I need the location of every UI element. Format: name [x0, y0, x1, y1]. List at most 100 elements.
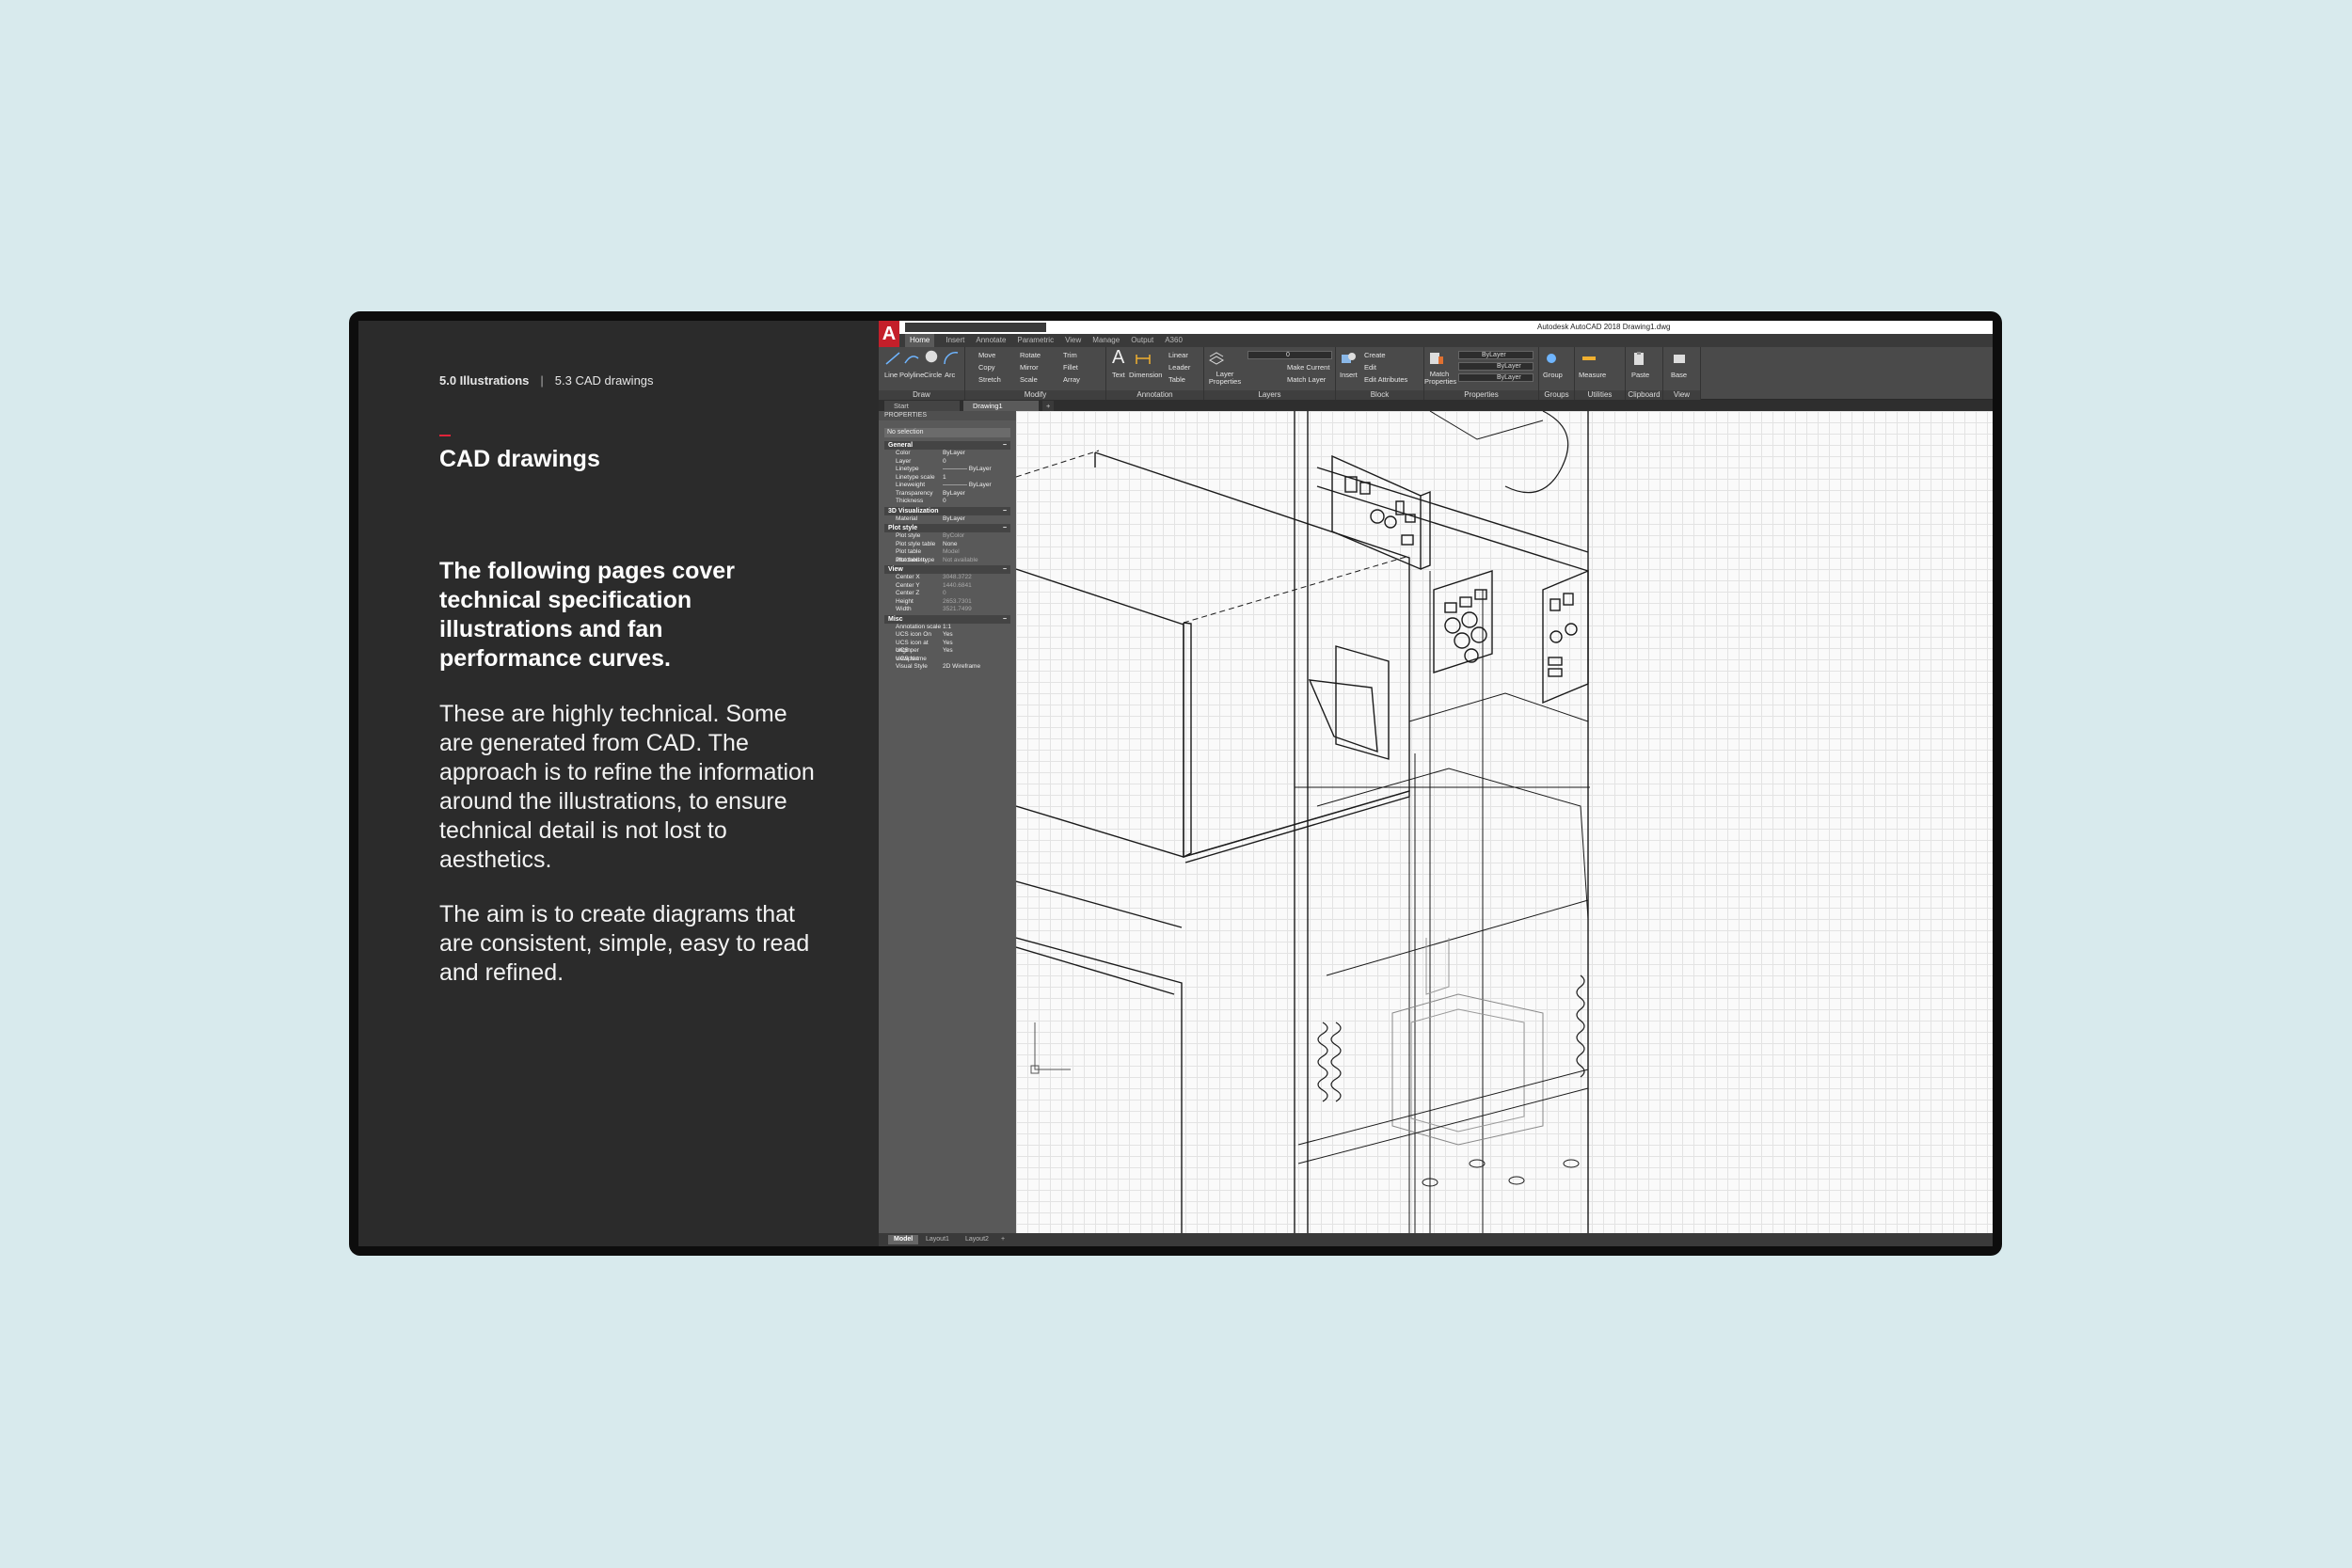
property-row[interactable]: Plot table type Not available — [884, 557, 1010, 565]
collapse-icon[interactable]: − — [1003, 615, 1007, 624]
match-layer-button[interactable]: Match Layer — [1287, 375, 1326, 384]
collapse-icon[interactable]: − — [1003, 507, 1007, 515]
stretch-button[interactable]: Stretch — [978, 375, 1001, 384]
dimension-button[interactable]: Dimension — [1129, 371, 1162, 379]
property-row[interactable]: Transparency ByLayer — [884, 490, 1010, 499]
collapse-icon[interactable]: − — [1003, 441, 1007, 450]
rotate-button[interactable]: Rotate — [1020, 351, 1041, 359]
property-row[interactable]: UCS per viewport Yes — [884, 647, 1010, 662]
array-button[interactable]: Array — [1063, 375, 1080, 384]
layers-group-title[interactable]: Layers — [1204, 390, 1335, 400]
table-button[interactable]: Table — [1168, 375, 1185, 384]
mirror-button[interactable]: Mirror — [1020, 363, 1039, 372]
tab-layout1[interactable]: Layout1 — [920, 1235, 955, 1244]
tab-insert[interactable]: Insert — [946, 334, 964, 347]
tab-manage[interactable]: Manage — [1092, 334, 1120, 347]
property-row[interactable]: Color ByLayer — [884, 450, 1010, 458]
edit-attributes-button[interactable]: Edit Attributes — [1364, 375, 1407, 384]
groups-group-title[interactable]: Groups — [1539, 390, 1574, 400]
collapse-icon[interactable]: − — [1003, 565, 1007, 574]
move-button[interactable]: Move — [978, 351, 995, 359]
property-row[interactable]: Thickness 0 — [884, 498, 1010, 506]
base-button[interactable]: Base — [1671, 371, 1687, 379]
add-layout-button[interactable]: + — [995, 1235, 1010, 1244]
selection-dropdown[interactable]: No selection — [884, 428, 1010, 437]
draw-group-title[interactable]: Draw — [879, 390, 964, 400]
property-key: Plot table type — [896, 556, 935, 563]
text-button[interactable]: Text — [1112, 371, 1125, 379]
property-row[interactable]: Center Y 1440.6841 — [884, 582, 1010, 591]
circle-button[interactable]: Circle — [924, 371, 942, 379]
leader-button[interactable]: Leader — [1168, 363, 1190, 372]
property-row[interactable]: Linetype ———— ByLayer — [884, 466, 1010, 474]
body-paragraph-1: These are highly technical. Some are gen… — [439, 701, 815, 873]
property-row[interactable]: Center Z 0 — [884, 590, 1010, 598]
property-row[interactable]: Height 2653.7301 — [884, 598, 1010, 607]
property-section-header[interactable]: Plot style − — [884, 524, 1010, 532]
fillet-button[interactable]: Fillet — [1063, 363, 1078, 372]
view-group-title[interactable]: View — [1663, 390, 1700, 400]
tab-home[interactable]: Home — [905, 334, 935, 347]
tab-annotate[interactable]: Annotate — [976, 334, 1006, 347]
property-section-header[interactable]: View − — [884, 565, 1010, 574]
layer-dropdown[interactable]: 0 — [1248, 351, 1332, 359]
layer-properties-button[interactable]: Layer Properties — [1206, 371, 1244, 386]
tab-a360[interactable]: A360 — [1165, 334, 1183, 347]
scale-button[interactable]: Scale — [1020, 375, 1038, 384]
polyline-button[interactable]: Polyline — [899, 371, 924, 379]
property-row[interactable]: Plot table attached to Model — [884, 548, 1010, 563]
create-button[interactable]: Create — [1364, 351, 1386, 359]
linear-button[interactable]: Linear — [1168, 351, 1188, 359]
property-row[interactable]: Plot style table None — [884, 541, 1010, 549]
tab-layout2[interactable]: Layout2 — [960, 1235, 994, 1244]
arc-button[interactable]: Arc — [945, 371, 955, 379]
group-button[interactable]: Group — [1543, 371, 1563, 379]
property-row[interactable]: Visual Style 2D Wireframe — [884, 663, 1010, 672]
property-value: Not available — [943, 556, 978, 563]
paste-button[interactable]: Paste — [1631, 371, 1649, 379]
copy-button[interactable]: Copy — [978, 363, 995, 372]
color-dropdown[interactable]: ByLayer — [1458, 351, 1534, 359]
property-row[interactable]: UCS icon On Yes — [884, 631, 1010, 640]
autocad-logo-button[interactable]: A — [879, 321, 899, 349]
property-row[interactable]: Material ByLayer — [884, 515, 1010, 524]
tab-view[interactable]: View — [1065, 334, 1081, 347]
property-row[interactable]: Center X 3048.3722 — [884, 574, 1010, 582]
insert-button[interactable]: Insert — [1340, 371, 1358, 379]
property-row[interactable]: Lineweight ———— ByLayer — [884, 482, 1010, 490]
property-row[interactable]: UCS Name — [884, 656, 1010, 664]
make-current-button[interactable]: Make Current — [1287, 363, 1329, 372]
collapse-icon[interactable]: − — [1003, 524, 1007, 532]
tab-start[interactable]: Start — [884, 401, 960, 411]
property-section-header[interactable]: General − — [884, 441, 1010, 450]
property-section-header[interactable]: 3D Visualization − — [884, 506, 1010, 515]
property-row[interactable]: Width 3521.7499 — [884, 606, 1010, 614]
tab-model[interactable]: Model — [888, 1235, 919, 1244]
modify-group-title[interactable]: Modify — [965, 390, 1105, 400]
edit-button[interactable]: Edit — [1364, 363, 1376, 372]
property-row[interactable]: Plot style ByColor — [884, 532, 1010, 541]
quick-access-toolbar[interactable] — [905, 323, 1046, 332]
property-row[interactable]: UCS icon at origin Yes — [884, 640, 1010, 655]
trim-button[interactable]: Trim — [1063, 351, 1077, 359]
linetype-dropdown[interactable]: ByLayer — [1458, 362, 1534, 371]
block-group-title[interactable]: Block — [1336, 390, 1423, 400]
match-properties-button[interactable]: Match Properties — [1424, 371, 1456, 386]
tab-output[interactable]: Output — [1131, 334, 1153, 347]
clipboard-group-title[interactable]: Clipboard — [1626, 390, 1662, 400]
property-key: UCS per viewport — [896, 647, 919, 662]
property-row[interactable]: Linetype scale 1 — [884, 474, 1010, 483]
properties-group-title[interactable]: Properties — [1424, 390, 1538, 400]
lineweight-dropdown[interactable]: ByLayer — [1458, 373, 1534, 382]
property-row[interactable]: Annotation scale 1:1 — [884, 624, 1010, 632]
property-row[interactable]: Layer 0 — [884, 458, 1010, 467]
line-button[interactable]: Line — [884, 371, 898, 379]
annotation-group-title[interactable]: Annotation — [1106, 390, 1203, 400]
tab-drawing1[interactable]: Drawing1 — [963, 401, 1039, 411]
measure-button[interactable]: Measure — [1579, 371, 1606, 379]
utilities-group-title[interactable]: Utilities — [1575, 390, 1625, 400]
new-tab-button[interactable]: + — [1042, 401, 1055, 411]
drawing-canvas[interactable]: 73 — [1016, 411, 1993, 1233]
tab-parametric[interactable]: Parametric — [1017, 334, 1054, 347]
property-section-header[interactable]: Misc − — [884, 614, 1010, 624]
